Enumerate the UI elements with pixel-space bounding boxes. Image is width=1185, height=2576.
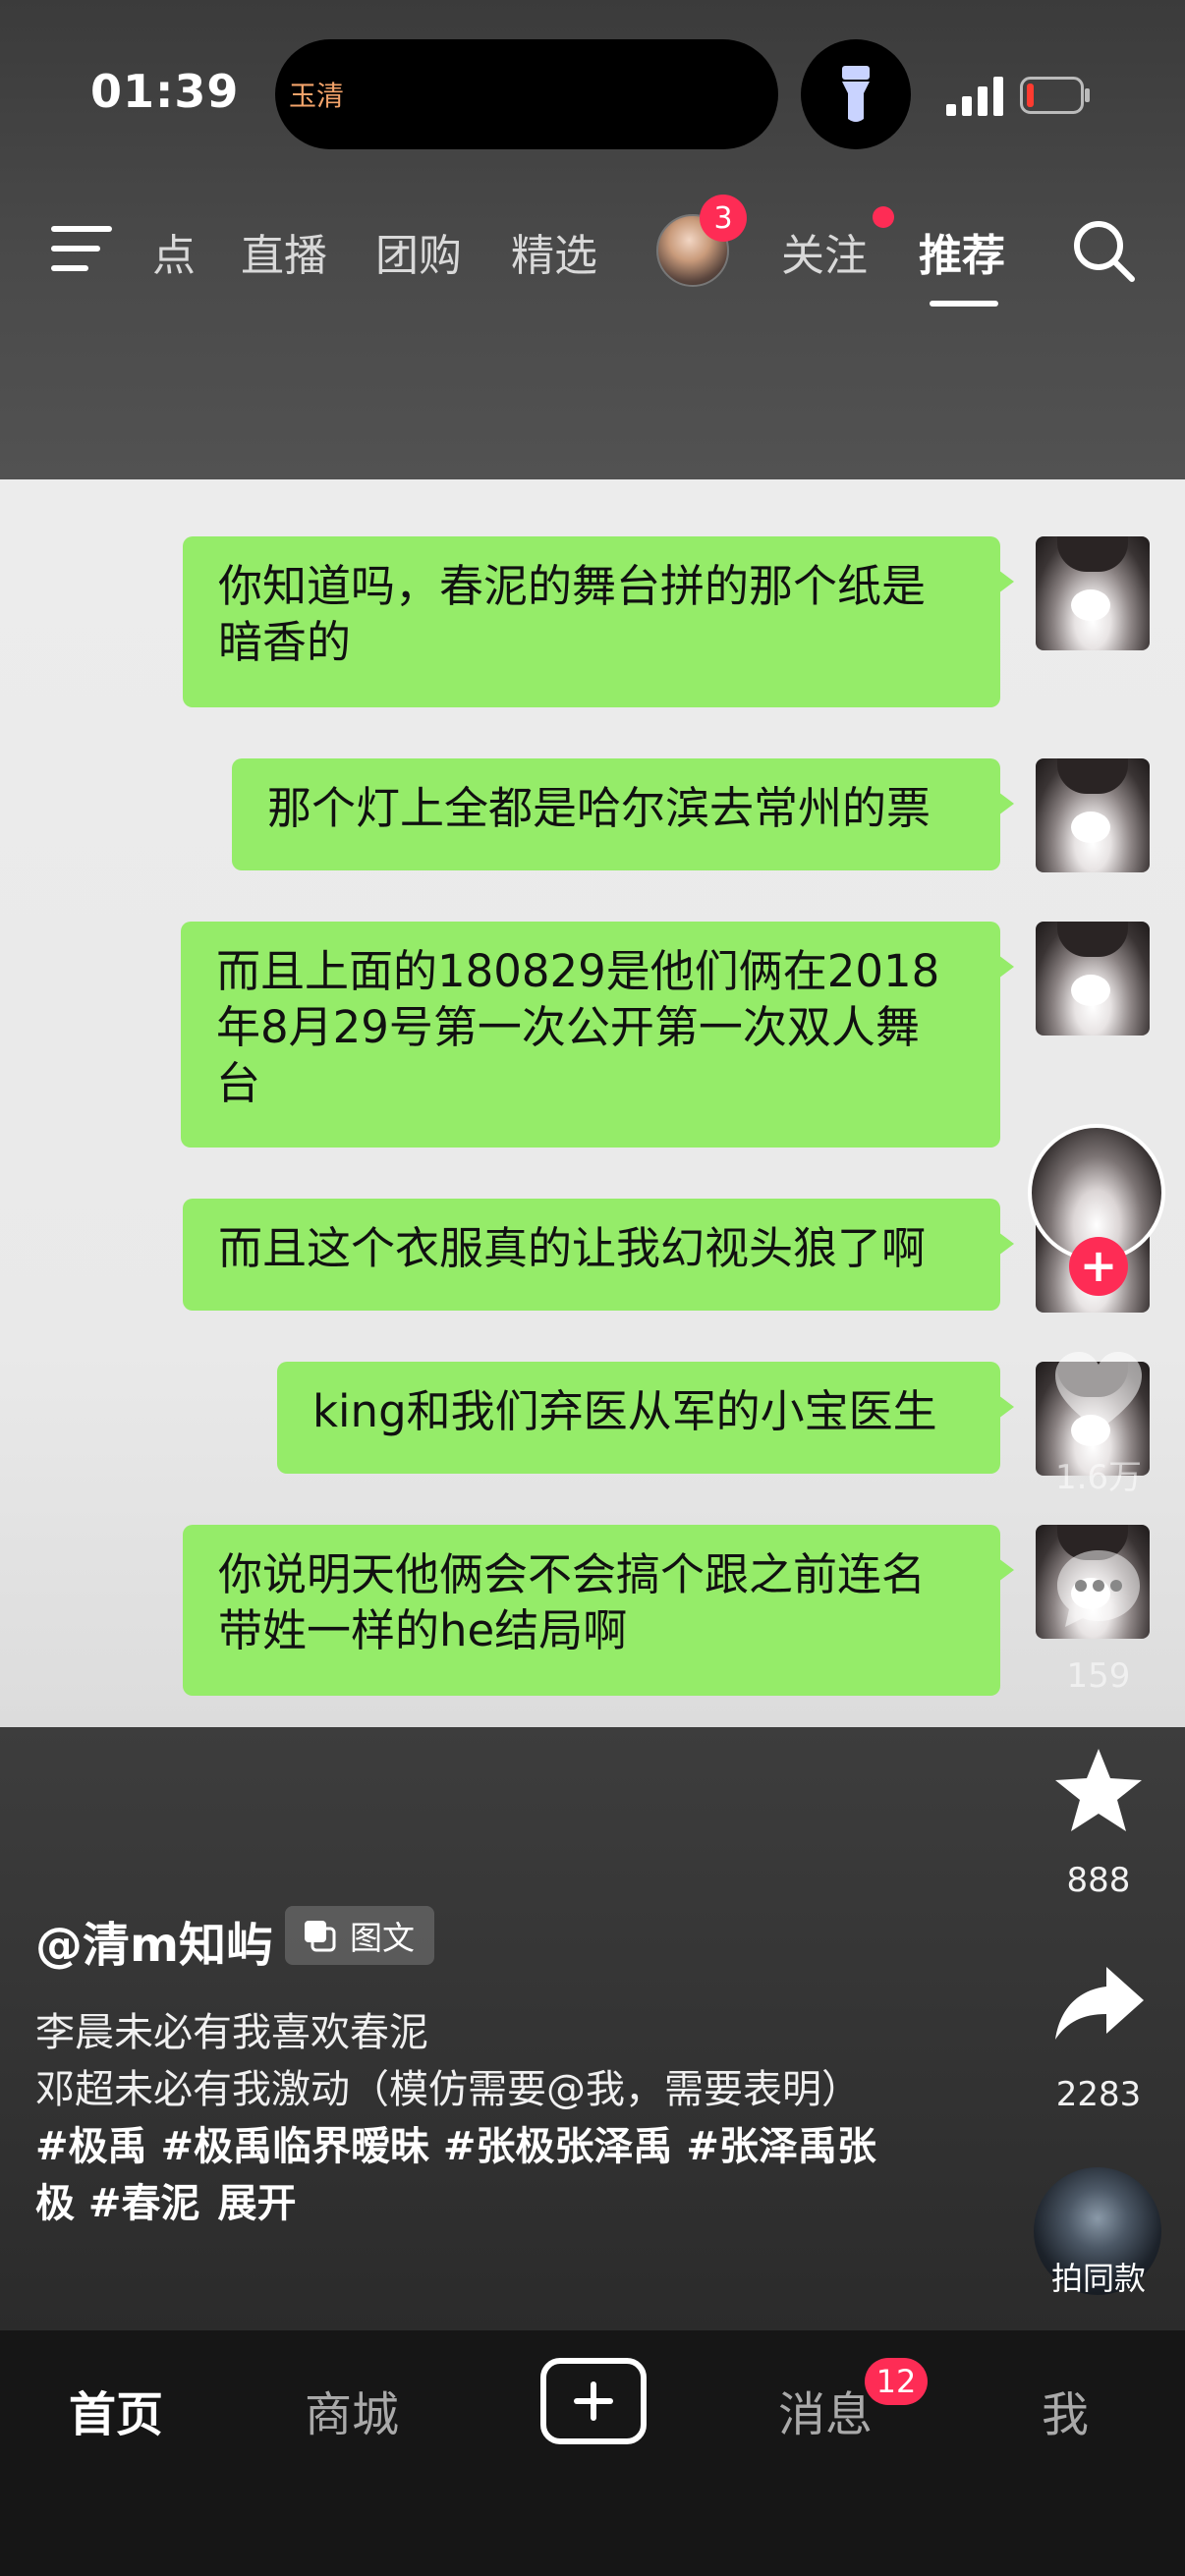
following-dot	[873, 206, 894, 228]
chat-bubble: king和我们弃医从军的小宝医生	[277, 1362, 1014, 1474]
flashlight-icon[interactable]	[801, 39, 911, 149]
post-caption: 李晨未必有我喜欢春泥 邓超未必有我激动（模仿需要@我，需要表明） #极禹 #极禹…	[35, 2004, 900, 2232]
tab-group-buy[interactable]: 团购	[375, 220, 462, 283]
post-type-label: 图文	[350, 1919, 415, 1957]
image-text-icon	[305, 1921, 336, 1952]
chat-avatar	[1036, 922, 1150, 1036]
tab-following[interactable]: 关注	[781, 220, 868, 283]
chat-avatar	[1036, 536, 1150, 650]
tab-featured[interactable]: 精选	[511, 220, 597, 283]
tab-home[interactable]: 首页	[69, 2376, 163, 2444]
favorite-count: 888	[1066, 1861, 1131, 1900]
heart-icon[interactable]	[1049, 1344, 1148, 1442]
chat-bubble: 你说明天他俩会不会搞个跟之前连名带姓一样的he结局啊	[183, 1525, 1014, 1696]
tab-recommend[interactable]: 推荐	[919, 220, 1005, 283]
island-text: 玉清	[289, 80, 345, 112]
caption-line: 李晨未必有我喜欢春泥	[35, 2010, 428, 2055]
post-type-tag: 图文	[285, 1906, 434, 1965]
share-icon[interactable]	[1049, 1955, 1148, 2053]
tab-me[interactable]: 我	[1042, 2376, 1089, 2444]
chat-bubble: 而且这个衣服真的让我幻视头狼了啊	[183, 1199, 1014, 1311]
dynamic-island[interactable]: 玉清	[275, 39, 778, 149]
comment-icon[interactable]	[1049, 1540, 1148, 1639]
chat-bubble: 那个灯上全都是哈尔滨去常州的票	[232, 758, 1014, 870]
like-count: 1.6万	[1054, 1458, 1143, 1497]
share-count: 2283	[1055, 2075, 1142, 2114]
chat-bubble: 你知道吗，春泥的舞台拼的那个纸是暗香的	[183, 536, 1014, 707]
bottom-tab-bar: 首页 商城 消息 12 我	[0, 2330, 1185, 2576]
star-icon[interactable]	[1049, 1743, 1148, 1841]
menu-icon[interactable]	[51, 224, 112, 273]
same-style-label[interactable]: 拍同款	[1022, 2254, 1175, 2299]
search-icon[interactable]	[1071, 218, 1138, 285]
battery-icon	[1020, 77, 1090, 114]
create-button[interactable]	[540, 2358, 647, 2444]
comment-count: 159	[1066, 1656, 1131, 1696]
hashtags[interactable]: #极禹 #极禹临界暧昧 #张极张泽禹 #张泽禹张极 #春泥	[35, 2124, 876, 2226]
plus-icon	[574, 2381, 613, 2421]
chat-avatar	[1036, 758, 1150, 872]
status-time: 01:39	[90, 65, 240, 118]
signal-icon	[946, 77, 1003, 116]
tab-dian[interactable]: 点	[152, 220, 196, 283]
avatar-badge: 3	[700, 195, 747, 242]
tab-live[interactable]: 直播	[241, 220, 327, 283]
top-nav: 点 直播 团购 精选 3 关注 推荐	[0, 195, 1185, 307]
caption-line: 邓超未必有我激动（模仿需要@我，需要表明）	[35, 2067, 861, 2112]
follow-button[interactable]: +	[1069, 1237, 1128, 1296]
messages-badge: 12	[865, 2358, 928, 2405]
author-name[interactable]: @清m知屿	[35, 1906, 273, 1975]
tab-messages[interactable]: 消息	[778, 2376, 873, 2444]
expand-button[interactable]: 展开	[217, 2181, 296, 2226]
active-tab-indicator	[930, 301, 998, 307]
tab-mall[interactable]: 商城	[305, 2376, 399, 2444]
chat-bubble: 而且上面的180829是他们俩在2018年8月29号第一次公开第一次双人舞台	[181, 922, 1014, 1148]
